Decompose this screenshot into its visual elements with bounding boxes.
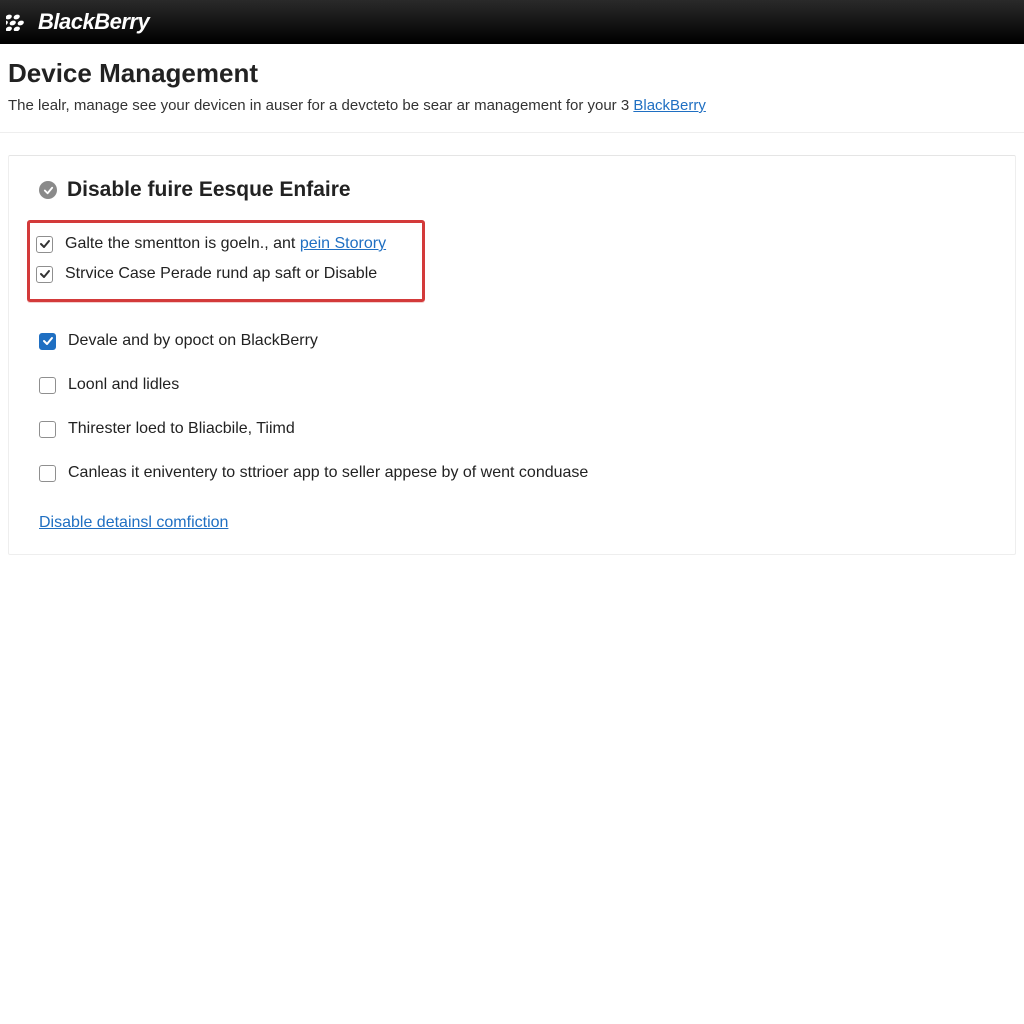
checkbox[interactable] (39, 465, 56, 482)
checkbox[interactable] (39, 421, 56, 438)
options-group: Devale and by opoct on BlackBerry Loonl … (39, 326, 985, 488)
settings-panel: Disable fuire Eesque Enfaire Galte the s… (8, 155, 1016, 555)
topbar: BlackBerry (0, 0, 1024, 44)
disable-details-link[interactable]: Disable detainsl comfiction (39, 514, 228, 531)
option-label: Strvice Case Perade rund ap saft or Disa… (65, 265, 377, 283)
page-header: Device Management The lealr, manage see … (0, 44, 1024, 133)
brand-logo: BlackBerry (6, 9, 149, 35)
section-title: Disable fuire Eesque Enfaire (67, 178, 351, 202)
footer-link-row: Disable detainsl comfiction (39, 514, 985, 532)
checkbox[interactable] (36, 266, 53, 283)
option-label: Devale and by opoct on BlackBerry (68, 332, 318, 350)
option-label: Thirester loed to Bliacbile, Tiimd (68, 420, 295, 438)
checkbox[interactable] (39, 377, 56, 394)
checkbox[interactable] (39, 333, 56, 350)
page-title: Device Management (8, 58, 1016, 89)
option-row: Galte the smentton is goeln., ant pein S… (36, 229, 416, 259)
check-circle-icon (39, 181, 57, 199)
option-label: Canleas it eniventery to sttrioer app to… (68, 464, 588, 482)
option-label: Loonl and lidles (68, 376, 179, 394)
highlighted-group: Galte the smentton is goeln., ant pein S… (27, 220, 425, 302)
option-row: Strvice Case Perade rund ap saft or Disa… (36, 259, 416, 289)
section-header: Disable fuire Eesque Enfaire (39, 178, 985, 202)
option-inline-link[interactable]: pein Storory (300, 235, 386, 252)
page-subtitle: The lealr, manage see your devicen in au… (8, 97, 1016, 114)
blackberry-dots-icon (6, 13, 32, 31)
option-label-text: Galte the smentton is goeln., ant (65, 235, 300, 252)
brand-name: BlackBerry (38, 9, 149, 35)
option-row: Devale and by opoct on BlackBerry (39, 326, 985, 356)
option-row: Canleas it eniventery to sttrioer app to… (39, 458, 985, 488)
option-row: Thirester loed to Bliacbile, Tiimd (39, 414, 985, 444)
page-subtitle-link[interactable]: BlackBerry (633, 97, 706, 114)
page-subtitle-text: The lealr, manage see your devicen in au… (8, 97, 633, 114)
checkbox[interactable] (36, 236, 53, 253)
option-row: Loonl and lidles (39, 370, 985, 400)
option-label: Galte the smentton is goeln., ant pein S… (65, 235, 386, 253)
